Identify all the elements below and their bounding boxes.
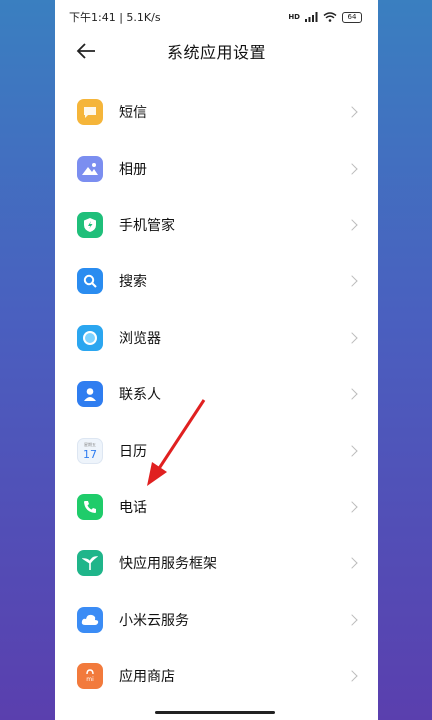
list-item[interactable]: 搜索: [55, 253, 378, 309]
list-item-label: 手机管家: [119, 217, 175, 234]
network-icon: HD: [288, 13, 300, 21]
search-icon: [77, 268, 103, 295]
list-item-label: 联系人: [119, 387, 161, 404]
list-item[interactable]: 小米云服务: [55, 592, 378, 648]
message-icon: [77, 99, 103, 126]
list-item-label: 电话: [119, 499, 147, 516]
svg-text:17: 17: [83, 448, 97, 461]
chevron-right-icon: [346, 332, 358, 344]
list-item-label: 小米云服务: [119, 612, 189, 629]
list-item[interactable]: 电话: [55, 479, 378, 535]
phone-icon: [77, 493, 103, 520]
back-arrow-icon[interactable]: [75, 40, 97, 62]
phone-screen: 下午1:41 | 5.1K/s HD 64 系统应用设置 短信相册手机管家搜索浏…: [55, 0, 378, 720]
chevron-right-icon: [346, 162, 358, 175]
list-item-label: 应用商店: [119, 669, 175, 686]
settings-list: 短信相册手机管家搜索浏览器联系人星期五 17 日历电话快应用服务框架 小米云服务 mi 应…: [55, 84, 378, 704]
signal-icon: [305, 12, 318, 22]
chevron-right-icon: [346, 501, 358, 513]
list-item[interactable]: 快应用服务框架: [55, 535, 378, 591]
browser-icon: [77, 324, 103, 351]
chevron-right-icon: [346, 614, 358, 626]
list-item[interactable]: 浏览器: [55, 310, 378, 366]
list-item[interactable]: 短信: [55, 84, 378, 140]
list-item-label: 搜索: [119, 274, 147, 291]
wifi-icon: [323, 12, 337, 22]
list-item[interactable]: 星期五 17 日历: [55, 422, 378, 478]
chevron-right-icon: [346, 388, 358, 400]
cloud-icon: [77, 606, 103, 633]
calendar-icon: 星期五 17: [77, 437, 103, 464]
gallery-icon: [77, 155, 103, 182]
list-item[interactable]: 相册: [55, 140, 378, 196]
list-item-label: 短信: [119, 105, 147, 122]
chevron-right-icon: [346, 670, 358, 682]
status-icons: HD 64: [288, 11, 362, 23]
header: 系统应用设置: [55, 34, 378, 68]
svg-text:星期五: 星期五: [84, 441, 96, 447]
list-item[interactable]: 联系人: [55, 366, 378, 422]
appstore-icon: mi: [77, 663, 103, 690]
status-time: 下午1:41 | 5.1K/s: [69, 11, 161, 24]
list-item-label: 日历: [119, 443, 147, 460]
chevron-right-icon: [346, 557, 358, 569]
list-item[interactable]: mi 应用商店: [55, 648, 378, 704]
chevron-right-icon: [346, 106, 358, 118]
page-title: 系统应用设置: [166, 43, 266, 62]
home-indicator[interactable]: [155, 711, 275, 714]
list-item-label: 快应用服务框架: [119, 556, 217, 573]
security-icon: [77, 211, 103, 238]
chevron-right-icon: [346, 219, 358, 231]
chevron-right-icon: [346, 444, 358, 457]
list-item[interactable]: 手机管家: [55, 197, 378, 253]
status-bar: 下午1:41 | 5.1K/s HD 64: [55, 0, 378, 34]
contacts-icon: [77, 381, 103, 408]
chevron-right-icon: [346, 275, 358, 288]
battery-icon: 64: [342, 11, 362, 23]
list-item-label: 相册: [119, 161, 147, 178]
svg-text:mi: mi: [86, 676, 94, 683]
list-item-label: 浏览器: [119, 330, 161, 347]
quickapp-icon: [77, 550, 103, 577]
